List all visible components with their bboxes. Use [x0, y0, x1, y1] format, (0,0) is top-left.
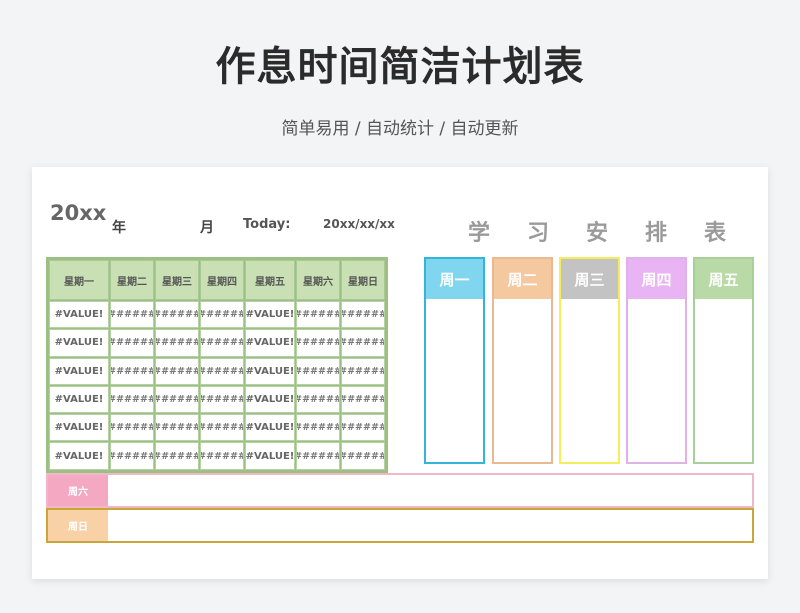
calendar-day-cell[interactable]: ######	[200, 442, 244, 470]
calendar-day-cell[interactable]: ######	[110, 357, 154, 385]
calendar-day-cell[interactable]: ######	[155, 414, 199, 442]
calendar-day-cell[interactable]: ######	[341, 414, 385, 442]
calendar-day-cell[interactable]: #VALUE!	[245, 329, 295, 357]
today-label: Today:	[243, 217, 291, 232]
calendar-day-cell[interactable]: #VALUE!	[245, 442, 295, 470]
weekday-column[interactable]: 周一	[424, 257, 485, 464]
calendar-day-cell[interactable]: ######	[200, 385, 244, 414]
calendar-header-cell: 星期一	[49, 260, 109, 300]
calendar-header-cell: 星期二	[110, 260, 154, 300]
calendar-day-cell[interactable]: ######	[296, 442, 340, 470]
calendar-day-cell[interactable]: ######	[200, 329, 244, 357]
planner-sheet: 20xx 年 月 Today: 20xx/xx/xx 学习安排表 星期一 星期二星…	[32, 167, 768, 579]
year-unit: 年	[112, 220, 126, 236]
study-title-char: 学	[468, 221, 491, 246]
calendar-day-cell[interactable]: ######	[341, 329, 385, 357]
calendar-day-cell[interactable]: #VALUE!	[245, 414, 295, 442]
calendar-day-cell[interactable]: ######	[341, 442, 385, 470]
calendar-day-cell[interactable]: ######	[200, 357, 244, 385]
calendar-day-cell[interactable]: #VALUE!	[49, 442, 109, 470]
calendar-day-cell[interactable]: ######	[296, 301, 340, 329]
calendar-day-cell[interactable]: #VALUE!	[49, 329, 109, 357]
calendar-day-cell[interactable]: ######	[296, 414, 340, 442]
calendar-day-cell[interactable]: #VALUE!	[49, 385, 109, 414]
calendar-day-cell[interactable]: ######	[110, 414, 154, 442]
calendar-day-cell[interactable]: ######	[110, 385, 154, 414]
weekend-row-label: 周六	[48, 475, 108, 506]
weekday-column-header: 周三	[561, 259, 618, 299]
calendar-day-cell[interactable]: ######	[155, 329, 199, 357]
calendar-day-cell[interactable]: ######	[155, 385, 199, 414]
calendar-header-cell: 星期三	[155, 260, 199, 300]
page-subtitle: 简单易用 / 自动统计 / 自动更新	[281, 119, 519, 139]
calendar-day-cell[interactable]: ######	[110, 329, 154, 357]
weekend-row-label: 周日	[48, 510, 108, 541]
study-title-char: 表	[703, 221, 726, 246]
weekday-column-header: 周五	[695, 259, 752, 299]
calendar-day-cell[interactable]: ######	[296, 357, 340, 385]
month-calendar: 星期一 星期二 星期三 星期四 星期五 星期六 星期日 #VALUE! ###### ######…	[46, 257, 388, 473]
weekday-column[interactable]: 周四	[626, 257, 687, 464]
calendar-day-cell[interactable]: ######	[341, 301, 385, 329]
weekend-row[interactable]: 周六	[46, 473, 754, 508]
calendar-day-cell[interactable]: ######	[296, 329, 340, 357]
calendar-day-cell[interactable]: ######	[200, 414, 244, 442]
calendar-header-cell: 星期日	[341, 260, 385, 300]
calendar-day-cell[interactable]: #VALUE!	[245, 301, 295, 329]
calendar-header-cell: 星期六	[296, 260, 340, 300]
calendar-day-cell[interactable]: ######	[341, 357, 385, 385]
weekday-column[interactable]: 周二	[492, 257, 553, 464]
calendar-header-cell: 星期五	[245, 260, 295, 300]
calendar-day-cell[interactable]: ######	[155, 442, 199, 470]
study-schedule-title: 学习安排表	[468, 215, 726, 247]
weekday-column-header: 周一	[426, 259, 483, 299]
calendar-day-cell[interactable]: #VALUE!	[49, 301, 109, 329]
weekday-column-header: 周二	[494, 259, 551, 299]
weekday-column[interactable]: 周五	[693, 257, 754, 464]
study-title-char: 排	[644, 221, 667, 246]
weekday-column-header: 周四	[628, 259, 685, 299]
calendar-header-cell: 星期四	[200, 260, 244, 300]
calendar-day-cell[interactable]: #VALUE!	[245, 385, 295, 414]
calendar-day-cell[interactable]: ######	[110, 301, 154, 329]
study-title-char: 安	[585, 221, 608, 246]
page-title: 作息时间简洁计划表	[215, 44, 585, 90]
calendar-day-cell[interactable]: #VALUE!	[49, 357, 109, 385]
calendar-day-cell[interactable]: ######	[296, 385, 340, 414]
calendar-day-cell[interactable]: ######	[110, 442, 154, 470]
calendar-day-cell[interactable]: #VALUE!	[245, 357, 295, 385]
weekday-column[interactable]: 周三	[559, 257, 620, 464]
study-title-char: 习	[526, 221, 549, 246]
calendar-day-cell[interactable]: ######	[155, 301, 199, 329]
calendar-day-cell[interactable]: ######	[200, 301, 244, 329]
today-value[interactable]: 20xx/xx/xx	[323, 217, 395, 231]
calendar-day-cell[interactable]: ######	[341, 385, 385, 414]
month-unit: 月	[200, 220, 214, 236]
weekend-row[interactable]: 周日	[46, 508, 754, 543]
calendar-day-cell[interactable]: #VALUE!	[49, 414, 109, 442]
calendar-day-cell[interactable]: ######	[155, 357, 199, 385]
year-value[interactable]: 20xx	[50, 201, 106, 225]
